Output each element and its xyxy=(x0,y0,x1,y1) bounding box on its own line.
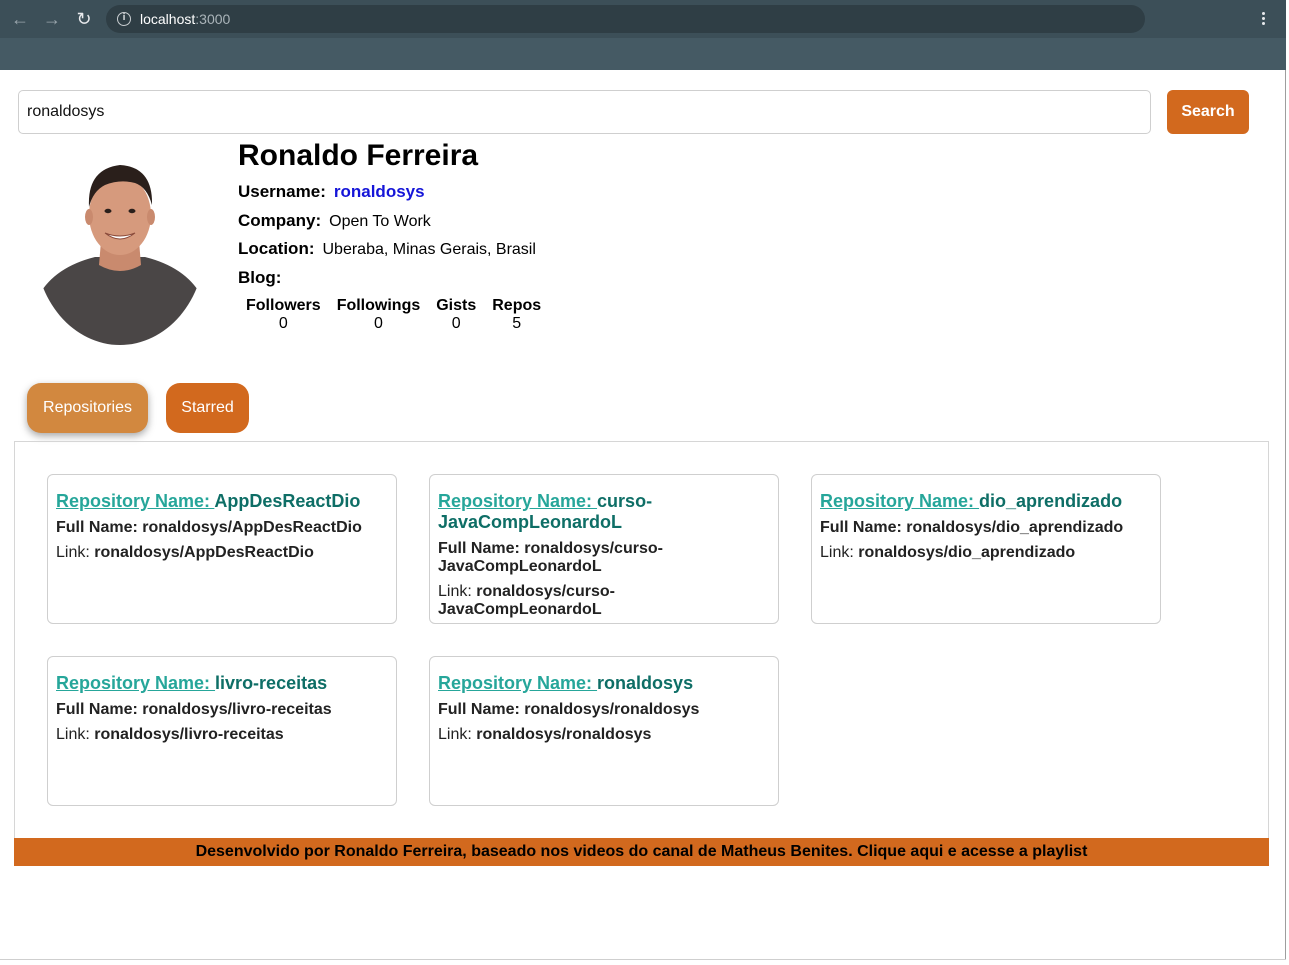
repo-full-name: Full Name: ronaldosys/ronaldosys xyxy=(438,701,770,719)
company-row: Company: Open To Work xyxy=(238,211,431,231)
blog-label: Blog: xyxy=(238,268,282,287)
avatar xyxy=(35,145,205,345)
profile-stats: Followers 0 Followings 0 Gists 0 Repos 5 xyxy=(246,297,541,333)
blog-row: Blog: xyxy=(238,268,289,288)
stat-followings: Followings 0 xyxy=(337,297,421,333)
viewport-edge xyxy=(1285,70,1286,960)
repo-link: Link: ronaldosys/dio_aprendizado xyxy=(820,544,1152,562)
repo-link: Link: ronaldosys/AppDesReactDio xyxy=(56,544,388,562)
stat-value: 0 xyxy=(374,315,383,332)
full-name-prefix: Full Name: xyxy=(438,701,525,718)
repo-title[interactable]: Repository Name: livro-receitas xyxy=(56,673,388,694)
full-name-prefix: Full Name: xyxy=(56,701,143,718)
full-name-prefix: Full Name: xyxy=(56,519,143,536)
back-icon[interactable]: ← xyxy=(10,9,30,29)
menu-icon[interactable] xyxy=(1256,10,1270,30)
repo-title[interactable]: Repository Name: ronaldosys xyxy=(438,673,770,694)
stat-label: Followings xyxy=(336,297,421,314)
repo-title[interactable]: Repository Name: curso-JavaCompLeonardoL xyxy=(438,491,770,533)
link-prefix: Link: xyxy=(438,583,477,600)
repo-card: Repository Name: curso-JavaCompLeonardoL… xyxy=(429,474,779,624)
repo-link: Link: ronaldosys/livro-receitas xyxy=(56,726,388,744)
location-value: Uberaba, Minas Gerais, Brasil xyxy=(322,241,536,258)
repo-card: Repository Name: dio_aprendizado Full Na… xyxy=(811,474,1161,624)
url-host: localhost xyxy=(140,11,196,27)
repo-card: Repository Name: ronaldosys Full Name: r… xyxy=(429,656,779,806)
repo-name-prefix: Repository Name: xyxy=(438,491,598,511)
link-value[interactable]: ronaldosys/livro-receitas xyxy=(94,726,283,743)
location-label: Location: xyxy=(238,239,315,258)
location-row: Location: Uberaba, Minas Gerais, Brasil xyxy=(238,239,536,259)
repo-full-name: Full Name: ronaldosys/curso-JavaCompLeon… xyxy=(438,540,770,576)
company-value: Open To Work xyxy=(329,213,431,230)
profile-name: Ronaldo Ferreira xyxy=(238,139,479,172)
tab-starred[interactable]: Starred xyxy=(166,383,249,433)
stat-followers: Followers 0 xyxy=(246,297,321,333)
tab-repositories[interactable]: Repositories xyxy=(27,383,148,433)
stat-value: 5 xyxy=(512,315,522,332)
browser-toolbar: ← → ↻ i localhost:3000 xyxy=(0,0,1286,70)
link-prefix: Link: xyxy=(56,726,95,743)
stat-value: 0 xyxy=(278,315,288,332)
full-name-value: ronaldosys/ronaldosys xyxy=(524,701,700,718)
username-label: Username: xyxy=(238,182,326,201)
repo-name-prefix: Repository Name: xyxy=(438,673,598,693)
repo-card: Repository Name: livro-receitas Full Nam… xyxy=(47,656,397,806)
stat-label: Gists xyxy=(436,297,477,314)
search-button[interactable]: Search xyxy=(1167,90,1249,134)
repo-card: Repository Name: AppDesReactDio Full Nam… xyxy=(47,474,397,624)
repo-name: AppDesReactDio xyxy=(214,491,361,511)
full-name-prefix: Full Name: xyxy=(820,519,907,536)
username-row: Username: ronaldosys xyxy=(238,182,425,202)
forward-icon[interactable]: → xyxy=(42,9,62,29)
repo-title[interactable]: Repository Name: AppDesReactDio xyxy=(56,491,388,512)
repo-name-prefix: Repository Name: xyxy=(56,673,216,693)
repo-full-name: Full Name: ronaldosys/dio_aprendizado xyxy=(820,519,1152,537)
viewport-bottom-edge xyxy=(0,959,1286,960)
url-port: :3000 xyxy=(195,11,231,27)
link-value[interactable]: ronaldosys/ronaldosys xyxy=(476,726,651,743)
stat-label: Repos xyxy=(492,297,542,314)
repo-title[interactable]: Repository Name: dio_aprendizado xyxy=(820,491,1152,512)
stat-gists: Gists 0 xyxy=(436,297,476,333)
link-value[interactable]: ronaldosys/dio_aprendizado xyxy=(858,544,1075,561)
full-name-value: ronaldosys/livro-receitas xyxy=(142,701,332,718)
repo-full-name: Full Name: ronaldosys/livro-receitas xyxy=(56,701,388,719)
company-label: Company: xyxy=(238,211,322,230)
repositories-panel: Repository Name: AppDesReactDio Full Nam… xyxy=(14,441,1269,840)
repo-link: Link: ronaldosys/curso-JavaCompLeonardoL xyxy=(438,583,770,619)
link-prefix: Link: xyxy=(56,544,95,561)
repo-link: Link: ronaldosys/ronaldosys xyxy=(438,726,770,744)
link-prefix: Link: xyxy=(438,726,477,743)
repo-name: livro-receitas xyxy=(215,673,328,693)
repo-name: ronaldosys xyxy=(597,673,694,693)
username-link[interactable]: ronaldosys xyxy=(334,182,425,201)
search-input[interactable] xyxy=(18,90,1151,134)
address-url: localhost:3000 xyxy=(140,11,230,27)
repo-name-prefix: Repository Name: xyxy=(820,491,980,511)
repo-name: dio_aprendizado xyxy=(979,491,1123,511)
footer-banner[interactable]: Desenvolvido por Ronaldo Ferreira, basea… xyxy=(14,838,1269,866)
stat-value: 0 xyxy=(451,315,461,332)
reload-icon[interactable]: ↻ xyxy=(74,9,94,29)
full-name-value: ronaldosys/dio_aprendizado xyxy=(906,519,1124,536)
repo-name-prefix: Repository Name: xyxy=(56,491,215,511)
full-name-prefix: Full Name: xyxy=(438,540,525,557)
info-icon[interactable]: i xyxy=(117,12,131,26)
link-prefix: Link: xyxy=(820,544,859,561)
stat-repos: Repos 5 xyxy=(492,297,541,333)
stat-label: Followers xyxy=(246,297,321,314)
address-bar[interactable]: i localhost:3000 xyxy=(106,5,1145,33)
repo-full-name: Full Name: ronaldosys/AppDesReactDio xyxy=(56,519,388,537)
full-name-value: ronaldosys/AppDesReactDio xyxy=(142,519,362,536)
link-value[interactable]: ronaldosys/AppDesReactDio xyxy=(94,544,314,561)
